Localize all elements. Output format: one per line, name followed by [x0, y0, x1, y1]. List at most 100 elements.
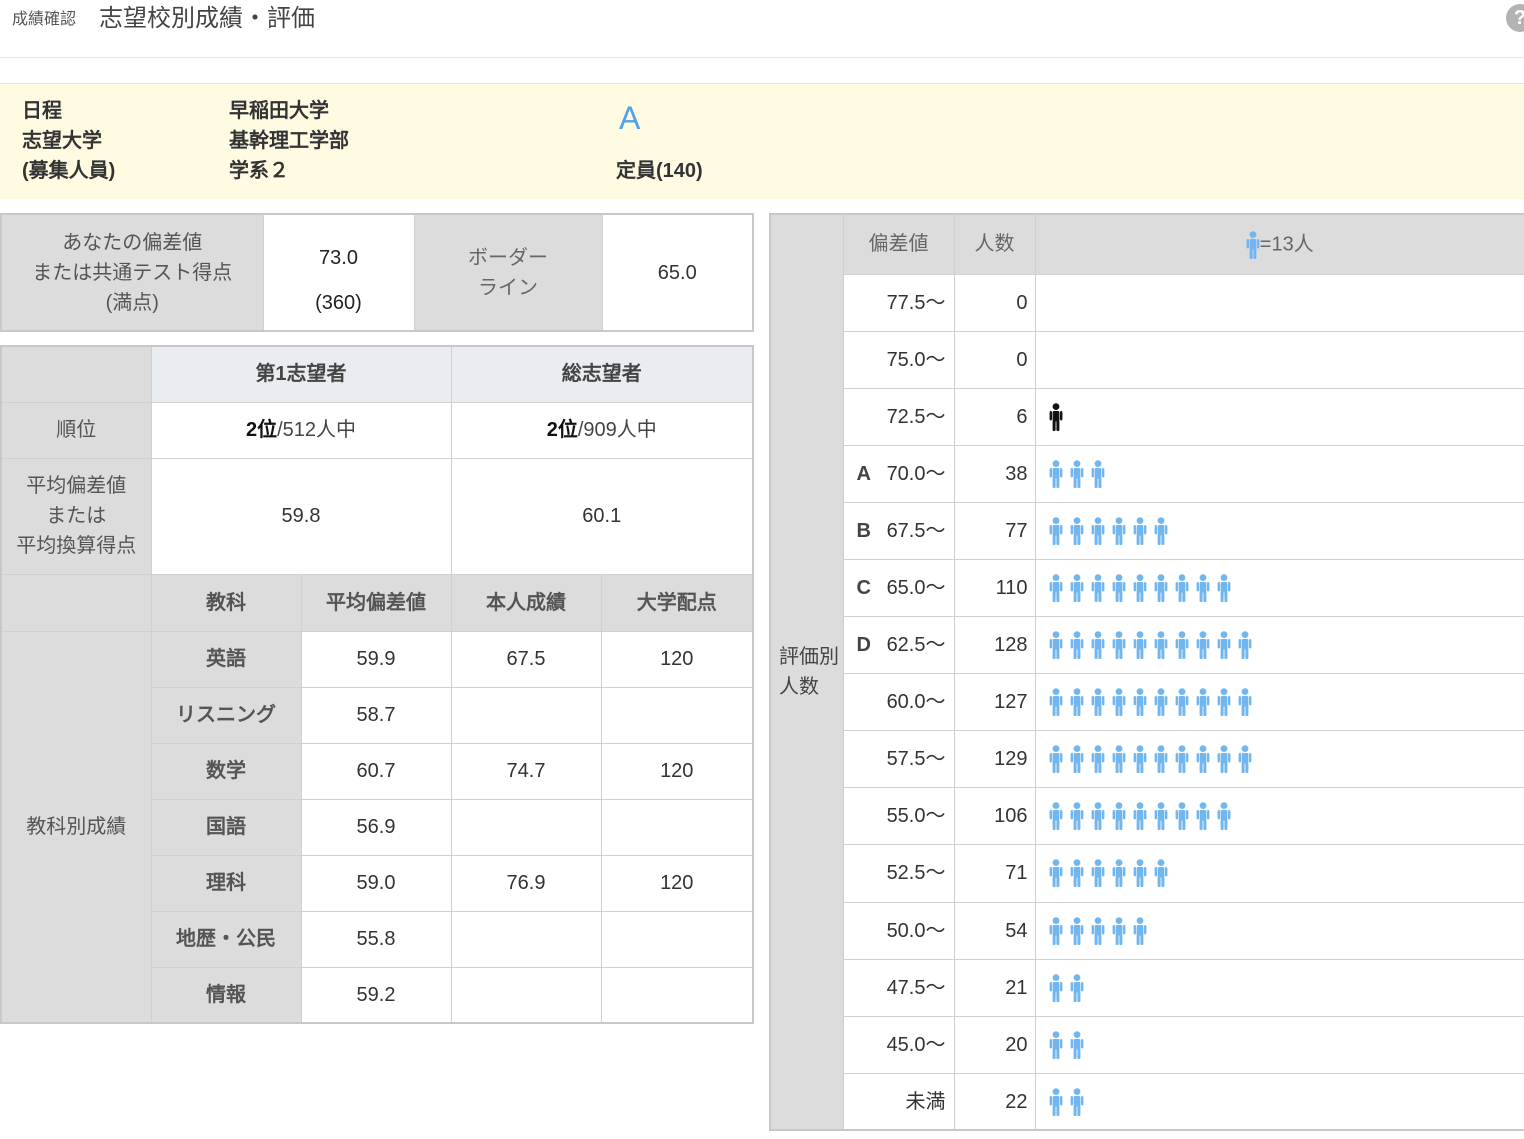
icons-cell — [1034, 844, 1524, 903]
person-icon — [1217, 631, 1230, 660]
distribution-row: 45.0〜 20 — [770, 1015, 1524, 1074]
grade-label: B — [856, 519, 871, 542]
subject-score — [450, 686, 602, 744]
subject-name: 英語 — [150, 630, 302, 688]
person-icon — [1049, 859, 1062, 888]
distribution-header-row: 評価別 人数 偏差値 人数 =13人 — [769, 213, 1524, 1131]
count-cell: 22 — [953, 1072, 1036, 1131]
all-applicants-header: 総志望者 — [450, 345, 754, 403]
count-cell: 0 — [953, 330, 1036, 389]
deviation-label-line: あなたの偏差値 — [62, 231, 203, 254]
breadcrumb: 成績確認 — [12, 11, 77, 28]
person-icon — [1133, 688, 1146, 717]
deviation-range: 未満 — [905, 1090, 946, 1113]
person-icon — [1196, 574, 1209, 603]
department-name: 学系２ — [229, 160, 289, 182]
deviation-range: 47.5〜 — [886, 976, 946, 999]
subject-average: 59.2 — [300, 966, 452, 1024]
person-icon — [1049, 688, 1062, 717]
person-icon — [1133, 859, 1146, 888]
help-button[interactable]: ? — [1506, 4, 1524, 32]
distribution-table: 評価別 人数 偏差値 人数 =13人 77.5〜 0 75.0〜 0 72.5〜 6 A 70… — [769, 213, 1524, 1132]
subject-points: 120 — [600, 854, 754, 912]
subject-name: 情報 — [150, 966, 302, 1024]
deviation-range: 52.5〜 — [886, 862, 946, 885]
person-icon — [1154, 517, 1167, 545]
range-wrap: 未満 — [844, 1087, 953, 1117]
person-icon — [1091, 688, 1104, 717]
all-applicants-rank: 2位/909人中 — [450, 401, 754, 459]
icons-cell — [1034, 787, 1524, 846]
icons-cell — [1034, 1015, 1524, 1074]
person-icon — [1154, 574, 1167, 603]
range-wrap: 52.5〜 — [844, 858, 953, 888]
deviation-range: 72.5〜 — [886, 405, 946, 428]
person-icon — [1196, 631, 1209, 660]
range-wrap: 72.5〜 — [844, 402, 953, 432]
range-cell: 45.0〜 — [842, 1015, 955, 1074]
deviation-range: 70.0〜 — [886, 462, 946, 485]
person-icon — [1112, 859, 1125, 888]
range-wrap: 57.5〜 — [844, 744, 953, 774]
deviation-range: 50.0〜 — [886, 919, 946, 942]
icons-cell — [1034, 730, 1524, 789]
person-icon — [1175, 631, 1188, 660]
deviation-label-line: または共通テスト得点 — [32, 261, 233, 284]
person-icon — [1070, 973, 1083, 1002]
person-icon — [1091, 916, 1104, 945]
subject-name: 理科 — [150, 854, 302, 912]
rank-label: 順位 — [0, 401, 152, 459]
deviation-value: 73.0 — [319, 247, 358, 269]
subject-name: 数学 — [150, 742, 302, 800]
person-icon — [1133, 916, 1146, 945]
range-cell: 52.5〜 — [842, 844, 955, 903]
person-icon — [1070, 517, 1083, 545]
legend-icon-slot — [1246, 230, 1260, 259]
help-icon[interactable]: ? — [1506, 4, 1524, 32]
deviation-range: 45.0〜 — [886, 1033, 946, 1056]
border-line-label: ボーダー ライン — [413, 213, 603, 332]
all-applicants-average: 60.1 — [450, 457, 754, 575]
deviation-range: 60.0〜 — [886, 691, 946, 714]
distribution-row: 52.5〜 71 — [770, 844, 1524, 903]
distribution-section-label: 評価別 人数 — [769, 213, 844, 1131]
subject-points: 120 — [600, 742, 754, 800]
first-choice-header: 第1志望者 — [150, 345, 452, 403]
full-score: (360) — [315, 292, 362, 314]
person-icon — [1217, 802, 1230, 831]
page-header: 成績確認 志望校別成績・評価 ? — [0, 0, 1524, 58]
person-icon — [1133, 802, 1146, 831]
range-wrap: 47.5〜 — [844, 973, 953, 1003]
average-label-line: または — [46, 505, 107, 527]
column-score: 本人成績 — [450, 573, 602, 632]
range-wrap: 50.0〜 — [844, 916, 953, 946]
capacity-value: 定員(140) — [616, 160, 703, 182]
person-icon — [1133, 517, 1146, 545]
distribution-row: C 65.0〜 110 — [770, 558, 1524, 618]
rank-place: 2位 — [245, 419, 278, 441]
rank-place: 2位 — [546, 419, 578, 441]
subject-average: 56.9 — [300, 798, 452, 856]
capacity-label: (募集人員) — [22, 160, 116, 182]
distribution-row: B 67.5〜 77 — [770, 501, 1524, 560]
subject-average: 59.0 — [300, 854, 452, 912]
person-icon — [1133, 631, 1146, 660]
count-cell: 128 — [953, 616, 1036, 675]
person-icon — [1112, 631, 1125, 660]
ranking-header-row: 第1志望者 総志望者 — [0, 345, 754, 403]
range-cell: 60.0〜 — [842, 673, 955, 732]
rank-row: 順位 2位/512人中 2位/909人中 — [0, 401, 754, 459]
corner-cell — [0, 345, 152, 403]
range-cell: A 70.0〜 — [842, 444, 955, 503]
person-icon — [1049, 1030, 1062, 1059]
person-icon — [1133, 745, 1146, 774]
count-cell: 21 — [953, 958, 1036, 1017]
deviation-label-line: (満点) — [105, 291, 159, 314]
column-points: 大学配点 — [600, 573, 754, 632]
column-deviation: 偏差値 — [842, 213, 955, 275]
icons-cell — [1034, 901, 1524, 960]
info-labels: 日程 志望大学 (募集人員) — [22, 96, 115, 186]
distribution-row: D 62.5〜 128 — [770, 616, 1524, 675]
count-cell: 129 — [953, 730, 1036, 789]
first-choice-average: 59.8 — [150, 457, 452, 575]
